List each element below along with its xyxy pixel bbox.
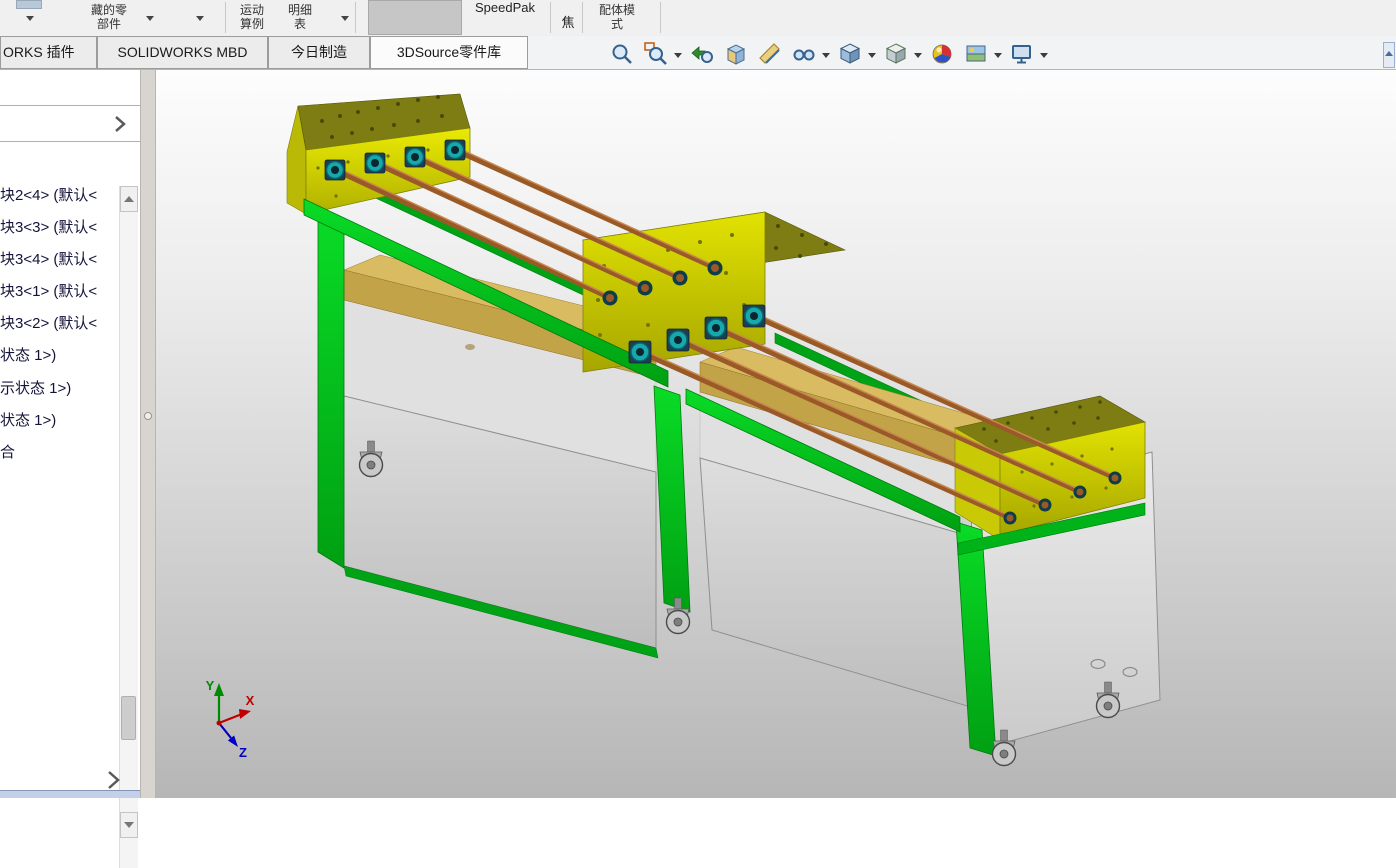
feature-tree-item[interactable]: 示状态 1>) (0, 373, 118, 405)
panel-expand-chevron-icon[interactable] (112, 114, 128, 134)
splitter-grip[interactable] (144, 412, 152, 420)
tab-solidworks-addins[interactable]: ORKS 插件 (0, 36, 97, 69)
hidden-components-label-line2: 部件 (96, 17, 121, 31)
view-settings-icon[interactable] (1008, 41, 1036, 69)
3d-viewport[interactable]: Y X Z (156, 70, 1396, 798)
toolbar-icon-fragment (16, 0, 42, 9)
edit-appearance-icon[interactable] (928, 41, 956, 69)
section-view-icon[interactable] (722, 41, 750, 69)
feature-tree-item[interactable]: 合 (0, 437, 118, 469)
dropdown-caret[interactable] (868, 52, 876, 58)
dropdown-caret[interactable] (26, 16, 34, 21)
toolbar-separator (582, 2, 583, 33)
tree-horizontal-scrollbar[interactable] (0, 790, 140, 798)
toolbar-separator (660, 2, 661, 33)
model-canvas: Y X Z (206, 93, 1161, 767)
display-style-icon[interactable] (882, 41, 910, 69)
toolbar-separator (355, 2, 356, 33)
triad-z-label: Z (239, 745, 247, 760)
dropdown-caret[interactable] (914, 52, 922, 58)
heads-up-view-toolbar (608, 40, 1048, 70)
dropdown-caret[interactable] (822, 52, 830, 58)
focus-button[interactable]: 焦 (556, 12, 580, 31)
mate-mode-label-line1: 配体模 (598, 3, 635, 17)
bom-table-label-line1: 明细 (287, 3, 312, 17)
scroll-down-button[interactable] (120, 812, 138, 838)
dropdown-caret[interactable] (994, 52, 1002, 58)
feature-manager-header (0, 70, 140, 106)
zoom-area-icon[interactable] (642, 41, 670, 69)
previous-view-icon[interactable] (688, 41, 716, 69)
tab-solidworks-mbd[interactable]: SOLIDWORKS MBD (97, 36, 268, 69)
tree-scrollbar[interactable] (119, 186, 138, 868)
feature-tree-item[interactable]: 状态 1>) (0, 405, 118, 437)
feature-tree-item[interactable]: 块3<1> (默认< (0, 276, 118, 308)
dropdown-caret[interactable] (674, 52, 682, 58)
feature-manager-subheader (0, 106, 140, 142)
hidden-components-label-line1: 藏的零 (90, 3, 127, 17)
motion-study-label-line1: 运动 (239, 3, 264, 17)
triad-x-label: X (246, 693, 255, 708)
dropdown-caret[interactable] (146, 16, 154, 21)
mate-mode-label-line2: 式 (610, 17, 623, 31)
toolbar-separator (225, 2, 226, 33)
feature-tree-item[interactable]: 块3<3> (默认< (0, 212, 118, 244)
orientation-triad: Y X Z (206, 678, 255, 760)
feature-tree-item[interactable]: 状态 1>) (0, 340, 118, 372)
motion-study-label-line2: 算例 (239, 17, 264, 31)
feature-tree-item[interactable]: 块3<2> (默认< (0, 308, 118, 340)
scrollbar-thumb[interactable] (121, 696, 136, 740)
zoom-fit-icon[interactable] (608, 41, 636, 69)
command-manager-bar: 藏的零 部件 运动 算例 明细 表 SpeedPak 焦 配体模 式 (0, 0, 1396, 37)
panel-bottom-chevron-icon[interactable] (104, 768, 122, 792)
measure-icon[interactable] (756, 41, 784, 69)
apply-scene-icon[interactable] (962, 41, 990, 69)
toolbar-separator (550, 2, 551, 33)
solidworks-window: Y X Z 藏的零 部件 运动 算例 明细 表 SpeedPak 焦 配体模 式… (0, 0, 1396, 868)
triad-y-label: Y (206, 678, 215, 693)
speedpak-button[interactable]: SpeedPak (463, 0, 547, 15)
tab-today-manufacturing[interactable]: 今日制造 (268, 36, 370, 69)
motion-study-button[interactable]: 运动 算例 (232, 3, 272, 31)
bom-table-button[interactable]: 明细 表 (282, 3, 318, 31)
feature-manager-panel: 块2<4> (默认< 块3<3> (默认< 块3<4> (默认< 块3<1> (… (0, 70, 140, 868)
hidden-components-button[interactable]: 藏的零 部件 (84, 3, 134, 31)
viewport-scroll-up-button[interactable] (1383, 42, 1395, 68)
hide-show-items-icon[interactable] (790, 41, 818, 69)
feature-tree: 块2<4> (默认< 块3<3> (默认< 块3<4> (默认< 块3<1> (… (0, 180, 118, 469)
view-orientation-icon[interactable] (836, 41, 864, 69)
feature-tree-item[interactable]: 块3<4> (默认< (0, 244, 118, 276)
feature-tree-item[interactable]: 块2<4> (默认< (0, 180, 118, 212)
dropdown-caret[interactable] (1040, 52, 1048, 58)
pressed-toolbar-button[interactable] (368, 0, 462, 35)
scroll-up-button[interactable] (120, 186, 138, 212)
panel-splitter[interactable] (140, 70, 156, 798)
mate-mode-button[interactable]: 配体模 式 (588, 3, 646, 31)
tab-3dsource-library[interactable]: 3DSource零件库 (370, 36, 528, 69)
bom-table-label-line2: 表 (293, 17, 306, 31)
dropdown-caret[interactable] (196, 16, 204, 21)
dropdown-caret[interactable] (341, 16, 349, 21)
